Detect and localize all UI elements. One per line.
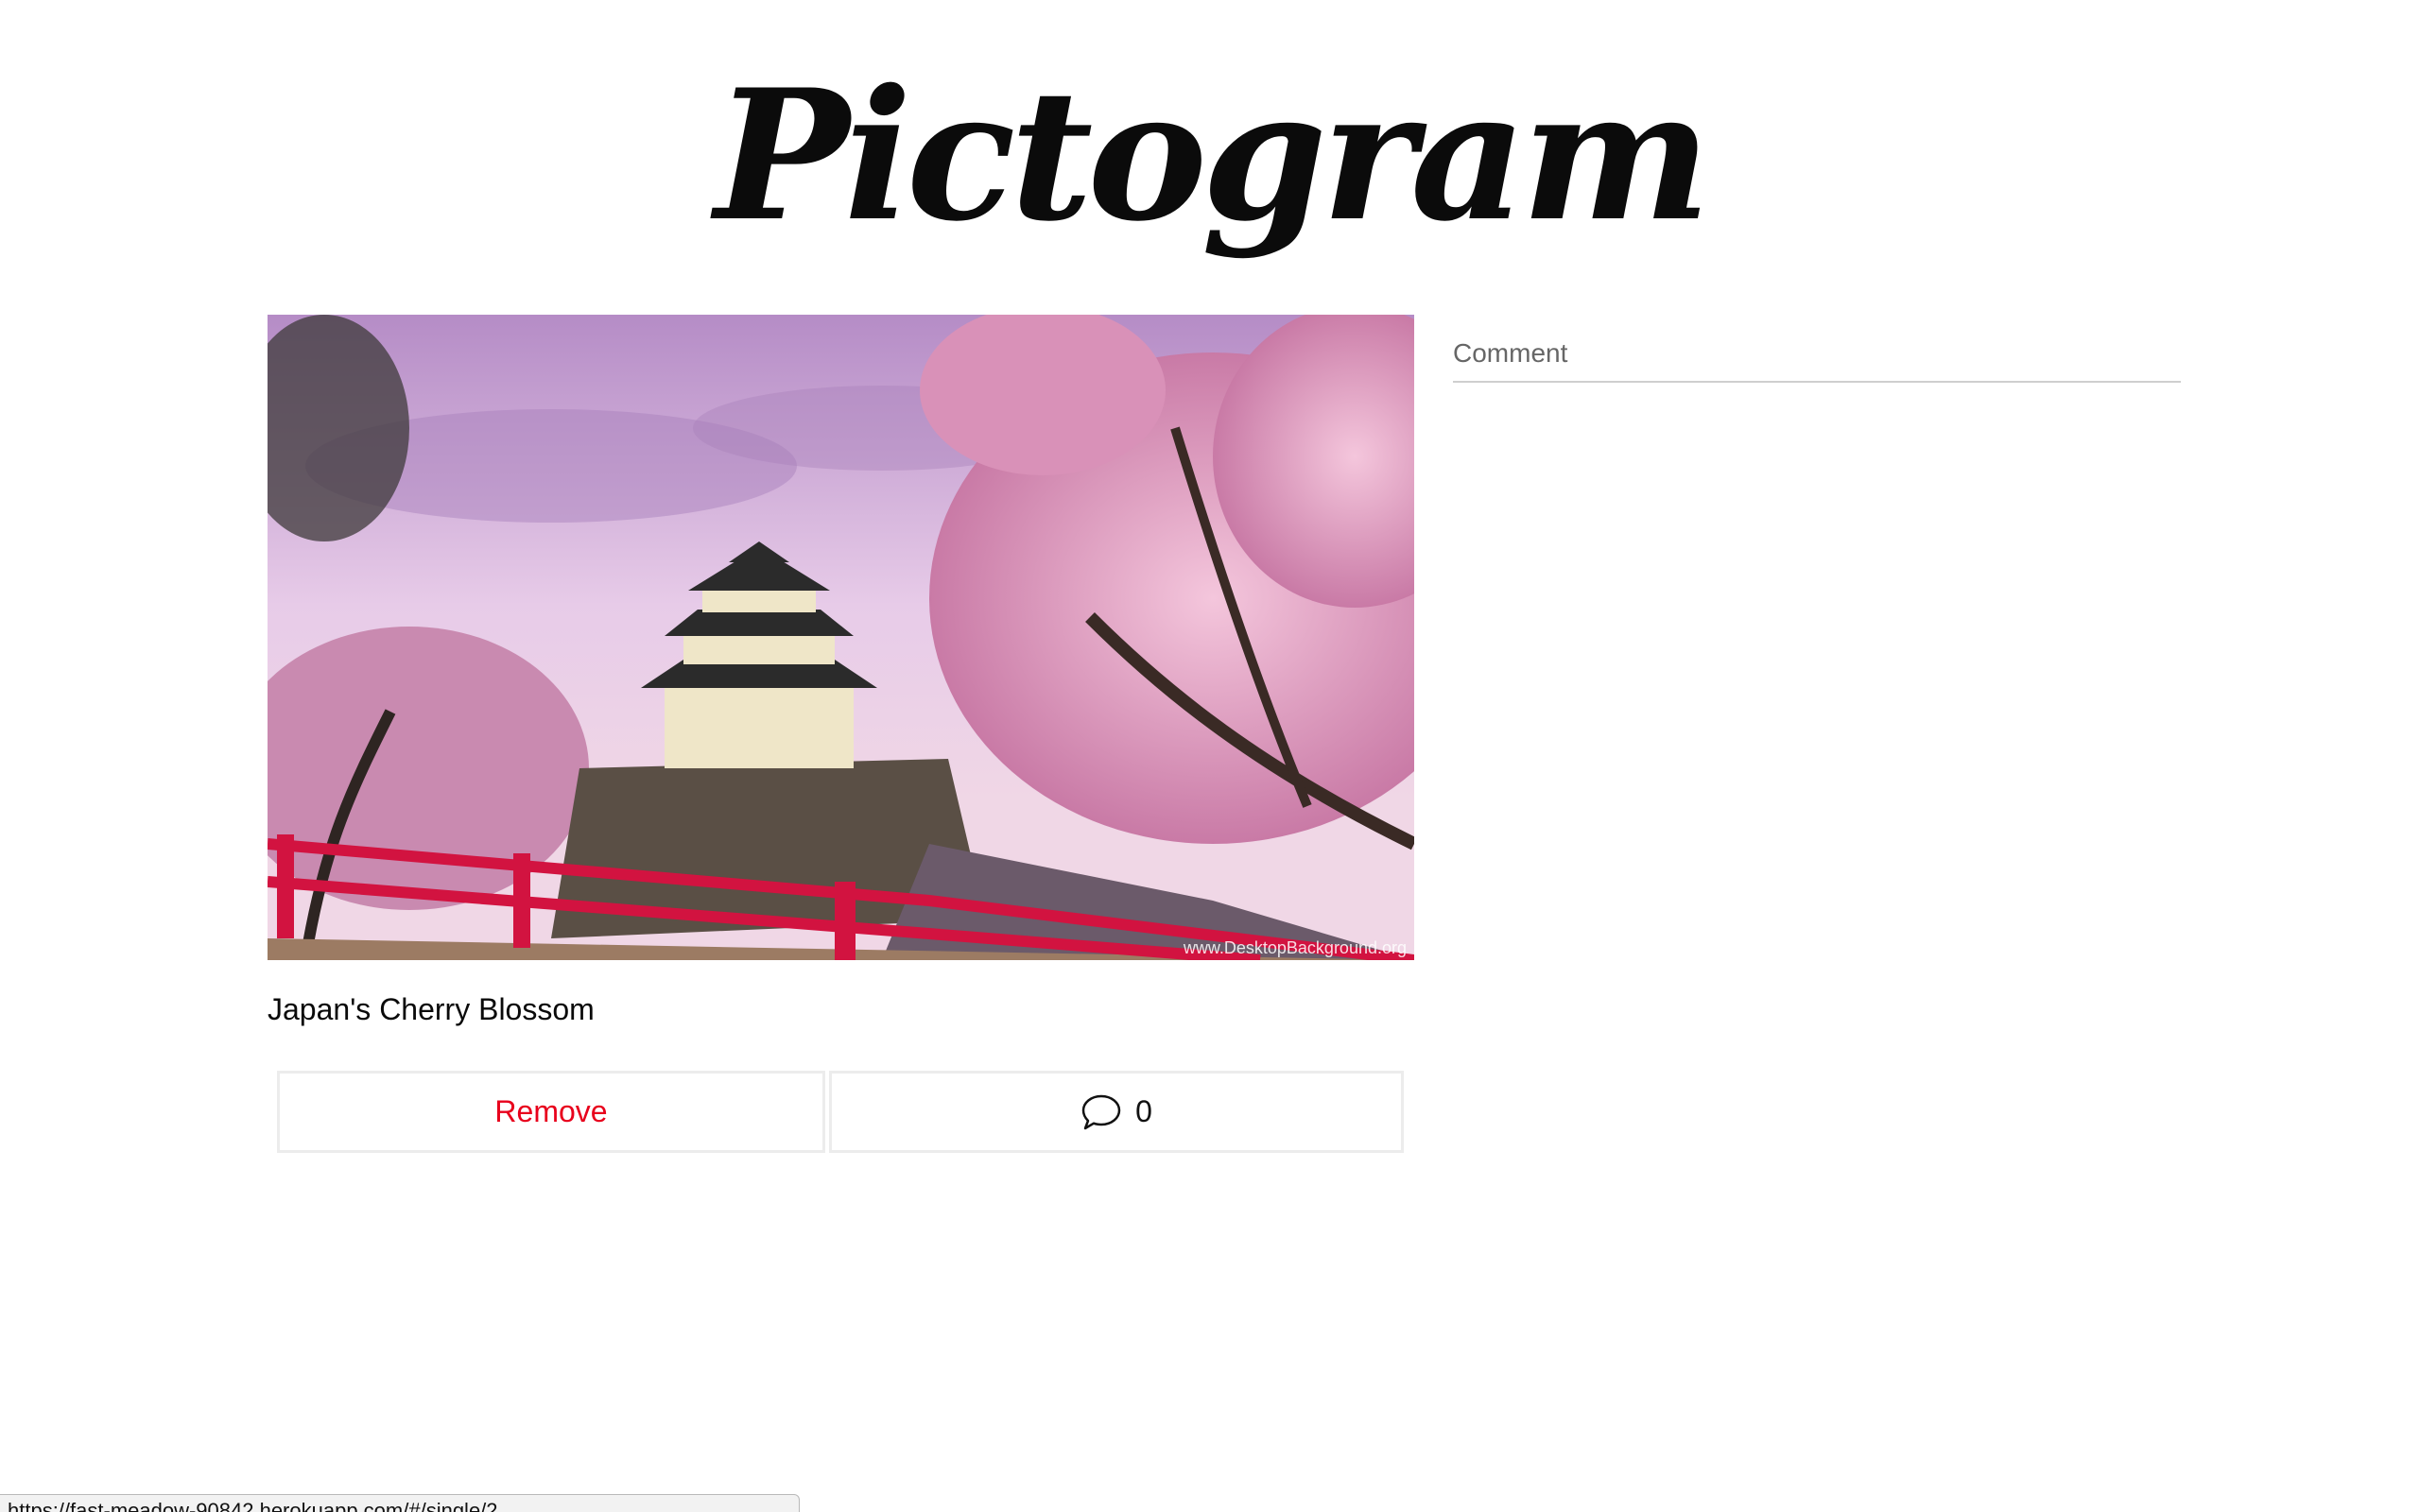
remove-button[interactable]: Remove [277,1071,825,1153]
post-image[interactable]: www.DesktopBackground.org [268,315,1414,960]
post-caption: Japan's Cherry Blossom [268,992,595,1026]
logo[interactable]: Pictogram [0,38,2420,274]
image-watermark: www.DesktopBackground.org [1183,938,1407,957]
speech-bubble-icon [1081,1094,1121,1129]
comment-form [1453,326,2181,383]
page: Pictogram www.DesktopBackground.org Japa… [0,0,2420,1512]
comment-input[interactable] [1453,326,2181,383]
comments-button[interactable]: 0 [829,1071,1404,1153]
comment-count: 0 [1135,1094,1152,1128]
status-bar-url: https://fast-meadow-90842.herokuapp.com/… [0,1494,800,1512]
cherry-blossom-photo: www.DesktopBackground.org [268,315,1414,960]
remove-button-label: Remove [494,1094,608,1128]
